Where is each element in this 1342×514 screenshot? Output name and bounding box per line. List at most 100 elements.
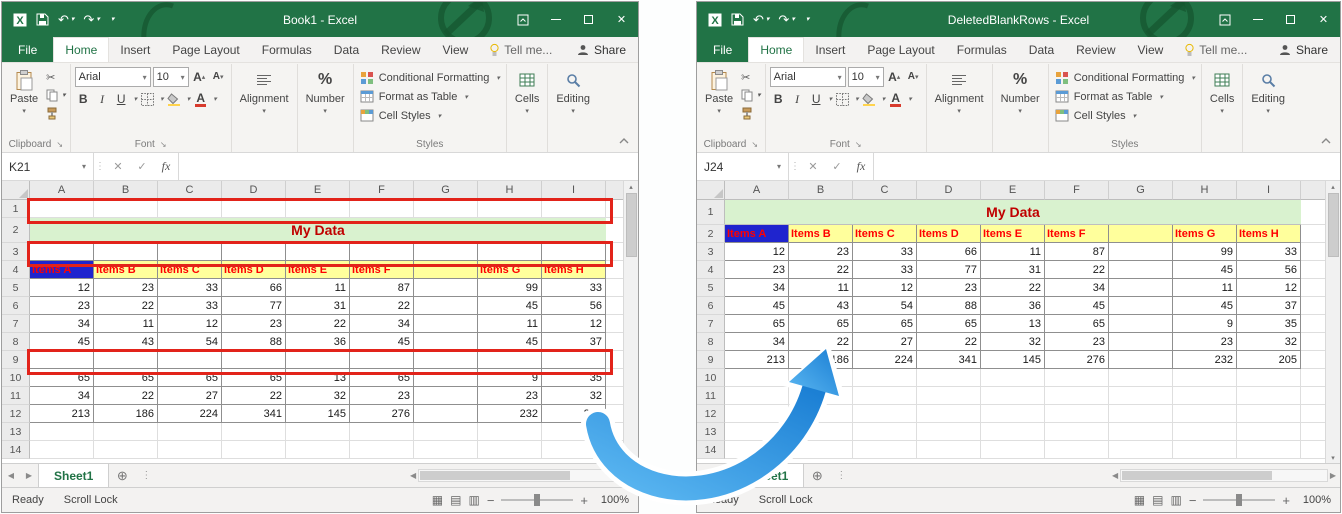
maximize-button[interactable] bbox=[572, 2, 605, 37]
cell-D8[interactable]: 88 bbox=[222, 333, 286, 351]
page-layout-view-button[interactable]: ▤ bbox=[450, 493, 461, 507]
cell-B9[interactable]: 186 bbox=[789, 351, 853, 369]
cell-C8[interactable]: 27 bbox=[853, 333, 917, 351]
cell-A7[interactable]: 65 bbox=[725, 315, 789, 333]
cell-G12[interactable] bbox=[414, 405, 478, 423]
cell-A11[interactable]: 34 bbox=[30, 387, 94, 405]
cell-E11[interactable]: 32 bbox=[286, 387, 350, 405]
formula-bar-splitter[interactable]: ⋮ bbox=[789, 153, 801, 180]
name-box-dropdown-icon[interactable]: ▾ bbox=[777, 162, 781, 171]
cell-I5[interactable]: 12 bbox=[1237, 279, 1301, 297]
cell-I6[interactable]: 37 bbox=[1237, 297, 1301, 315]
cell-B14[interactable] bbox=[789, 441, 853, 459]
cell-A4[interactable]: 23 bbox=[725, 261, 789, 279]
row-header-10[interactable]: 10 bbox=[2, 369, 30, 387]
scroll-down-icon[interactable]: ▾ bbox=[629, 452, 633, 463]
row-header-7[interactable]: 7 bbox=[2, 315, 30, 333]
cell-E4[interactable]: 31 bbox=[981, 261, 1045, 279]
cell-A3[interactable]: 12 bbox=[725, 243, 789, 261]
borders-button[interactable] bbox=[834, 90, 851, 108]
tell-me-box[interactable]: Tell me... bbox=[479, 37, 562, 62]
cell-G5[interactable] bbox=[414, 279, 478, 297]
cell-A11[interactable] bbox=[725, 387, 789, 405]
cell-D7[interactable]: 23 bbox=[222, 315, 286, 333]
bold-button[interactable]: B bbox=[770, 90, 787, 108]
font-dialog-launcher[interactable]: ↘ bbox=[160, 140, 167, 149]
cell-G11[interactable] bbox=[1109, 387, 1173, 405]
sheet-nav-right[interactable]: ▶ bbox=[20, 464, 38, 487]
cell-A6[interactable]: 45 bbox=[725, 297, 789, 315]
row-header-12[interactable]: 12 bbox=[697, 405, 725, 423]
tab-insert[interactable]: Insert bbox=[109, 37, 161, 62]
formula-input[interactable] bbox=[178, 153, 638, 180]
tab-insert[interactable]: Insert bbox=[804, 37, 856, 62]
cell-D14[interactable] bbox=[222, 441, 286, 459]
cell-I8[interactable]: 32 bbox=[1237, 333, 1301, 351]
column-header-I[interactable]: I bbox=[542, 181, 606, 200]
row-header-4[interactable]: 4 bbox=[2, 261, 30, 279]
tab-view[interactable]: View bbox=[1127, 37, 1175, 62]
cell-H8[interactable]: 45 bbox=[478, 333, 542, 351]
page-break-view-button[interactable]: ▥ bbox=[468, 493, 479, 507]
cell-I3[interactable]: 33 bbox=[1237, 243, 1301, 261]
cell-H8[interactable]: 23 bbox=[1173, 333, 1237, 351]
insert-function-icon[interactable]: fx bbox=[154, 153, 178, 180]
column-header-D[interactable]: D bbox=[222, 181, 286, 200]
cell-I10[interactable] bbox=[1237, 369, 1301, 387]
vertical-scroll-thumb[interactable] bbox=[1328, 193, 1339, 257]
paste-dropdown-icon[interactable]: ▾ bbox=[22, 107, 26, 115]
cell-I7[interactable]: 12 bbox=[542, 315, 606, 333]
bold-button[interactable]: B bbox=[75, 90, 92, 108]
font-color-dropdown-icon[interactable]: ▾ bbox=[908, 95, 912, 103]
cell-G14[interactable] bbox=[414, 441, 478, 459]
shrink-font-button[interactable]: A▾ bbox=[905, 68, 922, 86]
cell-C9[interactable] bbox=[158, 351, 222, 369]
cell-G4[interactable] bbox=[414, 261, 478, 279]
excel-app-icon[interactable]: X bbox=[704, 13, 726, 27]
cell-B4[interactable]: 22 bbox=[789, 261, 853, 279]
cell-G11[interactable] bbox=[414, 387, 478, 405]
name-box[interactable]: K21▾ bbox=[2, 153, 94, 180]
excel-app-icon[interactable]: X bbox=[9, 13, 31, 27]
cell-H6[interactable]: 45 bbox=[478, 297, 542, 315]
cell-B12[interactable] bbox=[789, 405, 853, 423]
cell-F3[interactable] bbox=[350, 243, 414, 261]
zoom-level[interactable]: 100% bbox=[1297, 494, 1331, 506]
format-as-table-button[interactable]: Format as Table▾ bbox=[1051, 87, 1167, 106]
enter-icon[interactable]: ✓ bbox=[130, 153, 154, 180]
cell-E10[interactable] bbox=[981, 369, 1045, 387]
cell-A8[interactable]: 45 bbox=[30, 333, 94, 351]
cell-F12[interactable]: 276 bbox=[350, 405, 414, 423]
cell-B11[interactable]: 22 bbox=[94, 387, 158, 405]
cancel-icon[interactable]: ✕ bbox=[801, 153, 825, 180]
cell-F8[interactable]: 45 bbox=[350, 333, 414, 351]
cell-F13[interactable] bbox=[1045, 423, 1109, 441]
row-header-9[interactable]: 9 bbox=[2, 351, 30, 369]
cell-H10[interactable]: 9 bbox=[478, 369, 542, 387]
cell-D13[interactable] bbox=[222, 423, 286, 441]
customize-qat-button[interactable]: ▾ bbox=[800, 16, 814, 23]
cell-F9[interactable] bbox=[350, 351, 414, 369]
zoom-slider-thumb[interactable] bbox=[1236, 494, 1242, 506]
format-as-table-button[interactable]: Format as Table▾ bbox=[356, 87, 472, 106]
cell-D9[interactable] bbox=[222, 351, 286, 369]
cell-C4[interactable]: Items C bbox=[158, 261, 222, 279]
cell-G9[interactable] bbox=[1109, 351, 1173, 369]
cell-D12[interactable] bbox=[917, 405, 981, 423]
hscroll-track[interactable] bbox=[1120, 469, 1328, 482]
cell-D2[interactable]: Items D bbox=[917, 225, 981, 243]
cell-F12[interactable] bbox=[1045, 405, 1109, 423]
cell-H13[interactable] bbox=[478, 423, 542, 441]
paste-dropdown-icon[interactable]: ▾ bbox=[717, 107, 721, 115]
save-button[interactable] bbox=[32, 13, 53, 26]
cell-D7[interactable]: 65 bbox=[917, 315, 981, 333]
cell-F4[interactable]: 22 bbox=[1045, 261, 1109, 279]
cell-H1[interactable] bbox=[478, 200, 542, 218]
cell-A9[interactable] bbox=[30, 351, 94, 369]
column-header-E[interactable]: E bbox=[286, 181, 350, 200]
cell-G6[interactable] bbox=[414, 297, 478, 315]
cell-F5[interactable]: 34 bbox=[1045, 279, 1109, 297]
cell-F1[interactable] bbox=[350, 200, 414, 218]
cell-C10[interactable]: 65 bbox=[158, 369, 222, 387]
cell-A3[interactable] bbox=[30, 243, 94, 261]
